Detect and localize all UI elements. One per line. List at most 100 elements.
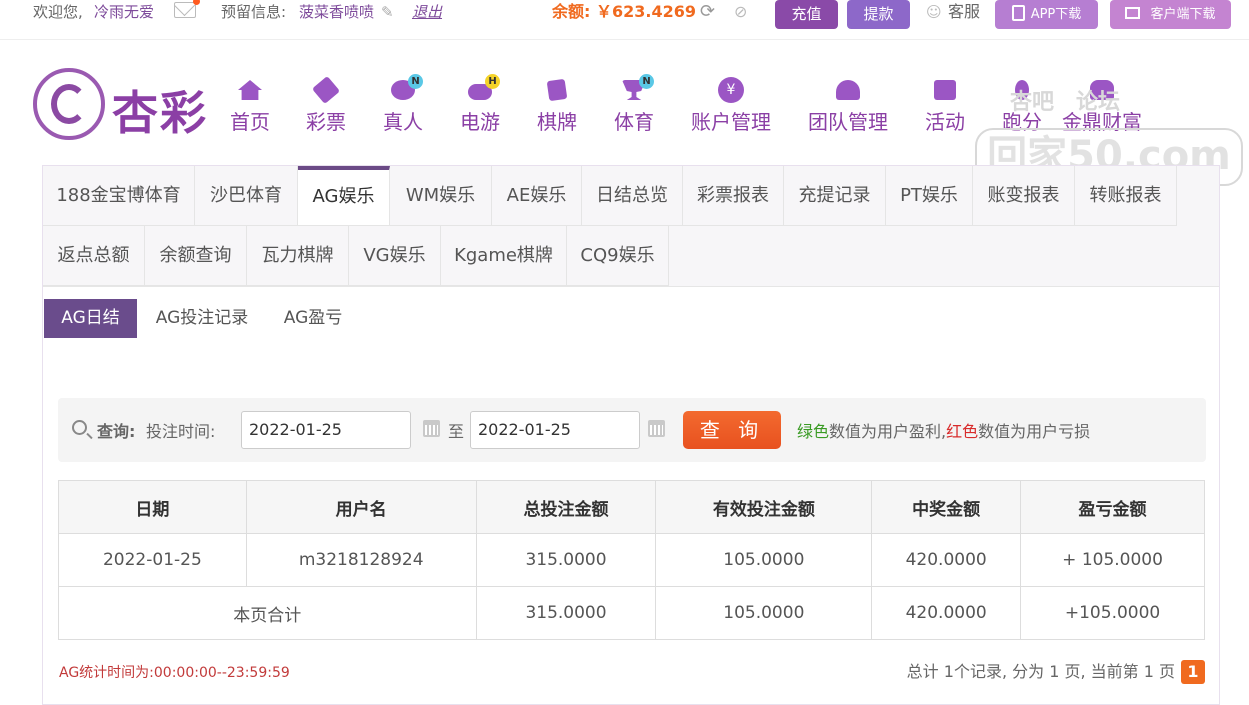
service-link[interactable]: 客服 (948, 2, 980, 22)
tab-vg-entertainment[interactable]: VG娱乐 (349, 226, 441, 286)
report-tabs: 188金宝博体育 沙巴体育 AG娱乐 WM娱乐 AE娱乐 日结总览 彩票报表 充… (43, 166, 1219, 287)
start-date-input[interactable]: 2022-01-25 (241, 411, 411, 449)
col-winnings: 中奖金额 (871, 480, 1022, 534)
client-download-label: 客户端下载 (1150, 7, 1216, 22)
logout-link[interactable]: 退出 (412, 2, 442, 22)
ag-stat-time-note: AG统计时间为:00:00:00--23:59:59 (59, 665, 290, 681)
pager-summary: 总计 1个记录, 分为 1 页, 当前第 1 页 (906, 662, 1175, 681)
hint-green: 绿色 (797, 422, 830, 441)
client-download-button[interactable]: 客户端下载 (1110, 0, 1231, 29)
trophy-icon: N (618, 74, 654, 104)
tab-kgame-chess[interactable]: Kgame棋牌 (441, 226, 567, 286)
logo-emblem-icon[interactable] (33, 68, 105, 140)
nav-label: 真人 (383, 110, 423, 134)
query-button[interactable]: 查 询 (683, 411, 781, 449)
col-date: 日期 (58, 480, 247, 534)
query-label: 查询: (97, 422, 136, 441)
refresh-icon[interactable]: ⟳ (700, 2, 715, 22)
nav-egames[interactable]: H 电游 (458, 74, 502, 135)
tab-wali-chess[interactable]: 瓦力棋牌 (247, 226, 349, 286)
cards-icon (541, 76, 573, 104)
cell-username: m3218128924 (245, 533, 477, 587)
logo-text[interactable]: 杏彩 (112, 77, 208, 143)
phone-icon (1011, 5, 1025, 21)
nav-activities[interactable]: 活动 (923, 76, 967, 135)
new-badge: N (639, 74, 654, 89)
end-date-input[interactable]: 2022-01-25 (470, 411, 640, 449)
nav-sports[interactable]: N 体育 (612, 74, 656, 135)
col-total-bet: 总投注金额 (475, 480, 657, 534)
calendar-icon[interactable] (648, 420, 665, 437)
daily-report-table: 日期 用户名 总投注金额 有效投注金额 中奖金额 盈亏金额 2022-01-25… (58, 480, 1205, 640)
table-total-row: 本页合计 315.0000 105.0000 420.0000 +105.000… (58, 586, 1205, 640)
tab-lottery-report[interactable]: 彩票报表 (683, 166, 784, 226)
balance-value: ￥623.4269 (596, 2, 697, 21)
nav-chess-cards[interactable]: 棋牌 (535, 76, 579, 135)
tab-188-sports[interactable]: 188金宝博体育 (43, 166, 195, 226)
col-profit-loss: 盈亏金额 (1020, 480, 1205, 534)
mail-icon[interactable] (174, 0, 200, 18)
pagination: 总计 1个记录, 分为 1 页, 当前第 1 页 1 (907, 658, 1205, 684)
app-download-button[interactable]: APP下载 (995, 0, 1098, 29)
cell-profit-loss-sum: +105.0000 (1020, 586, 1205, 640)
nav-account-management[interactable]: ¥ 账户管理 (689, 76, 773, 135)
cell-valid-bet: 105.0000 (655, 533, 873, 587)
tab-deposit-withdraw[interactable]: 充提记录 (784, 166, 886, 226)
nav-label: 彩票 (306, 110, 346, 134)
home-icon (234, 76, 266, 104)
balance-label: 余额: (552, 2, 591, 21)
cell-total-bet-sum: 315.0000 (475, 586, 657, 640)
page-1-button[interactable]: 1 (1181, 660, 1205, 684)
tab-ag-entertainment[interactable]: AG娱乐 (298, 166, 390, 226)
nav-label: 电游 (460, 110, 500, 134)
query-bar: 查询: 投注时间: 2022-01-25 至 2022-01-25 查 询 绿色… (58, 398, 1206, 462)
tab-pt-entertainment[interactable]: PT娱乐 (886, 166, 973, 226)
cell-profit-loss: + 105.0000 (1020, 533, 1205, 587)
tab-saba-sports[interactable]: 沙巴体育 (195, 166, 298, 226)
dealer-icon: N (387, 74, 423, 104)
tab-transfer-report[interactable]: 转账报表 (1075, 166, 1177, 226)
hide-eye-icon[interactable]: ⊘ (734, 2, 747, 22)
top-bar: 欢迎您, 冷雨无爱 预留信息: 菠菜香喷喷 ✎ 退出 余额: ￥623.4269… (0, 0, 1249, 40)
subtab-ag-daily[interactable]: AG日结 (44, 299, 137, 338)
color-hint: 绿色数值为用户盈利,红色数值为用户亏损 (797, 418, 1090, 442)
tab-account-change[interactable]: 账变报表 (973, 166, 1075, 226)
nav-label: 首页 (230, 110, 270, 134)
edit-icon[interactable]: ✎ (381, 2, 394, 22)
nav-label: 活动 (925, 110, 965, 134)
app-download-label: APP下载 (1030, 7, 1082, 22)
cell-winnings-sum: 420.0000 (871, 586, 1022, 640)
table-header-row: 日期 用户名 总投注金额 有效投注金额 中奖金额 盈亏金额 (58, 480, 1205, 534)
nav-live-dealer[interactable]: N 真人 (381, 74, 425, 135)
charge-button[interactable]: 充值 (775, 0, 838, 29)
tab-daily-overview[interactable]: 日结总览 (582, 166, 683, 226)
calendar-icon[interactable] (423, 420, 440, 437)
unread-dot-icon (193, 0, 200, 5)
hint-red: 红色 (946, 422, 979, 441)
cell-winnings: 420.0000 (871, 533, 1022, 587)
tab-wm-entertainment[interactable]: WM娱乐 (390, 166, 492, 226)
nav-home[interactable]: 首页 (228, 76, 272, 135)
subtab-ag-profit-loss[interactable]: AG盈亏 (273, 299, 353, 338)
subtab-ag-bet-records[interactable]: AG投注记录 (146, 299, 258, 338)
username-link[interactable]: 冷雨无爱 (94, 2, 154, 22)
cell-page-total-label: 本页合计 (58, 586, 477, 640)
table-row: 2022-01-25 m3218128924 315.0000 105.0000… (58, 533, 1205, 587)
service-icon[interactable]: ☺ (926, 2, 942, 22)
cell-valid-bet-sum: 105.0000 (655, 586, 873, 640)
col-username: 用户名 (245, 480, 477, 534)
cell-date: 2022-01-25 (58, 533, 247, 587)
reserved-info-label: 预留信息: (221, 3, 287, 21)
tab-rebate-total[interactable]: 返点总额 (43, 226, 145, 286)
new-badge: N (408, 74, 423, 89)
tab-cq9-entertainment[interactable]: CQ9娱乐 (567, 226, 669, 286)
nav-lottery[interactable]: 彩票 (304, 75, 348, 135)
nav-label: 账户管理 (691, 110, 771, 134)
hint-end: 数值为用户亏损 (978, 422, 1091, 441)
tab-ae-entertainment[interactable]: AE娱乐 (492, 166, 582, 226)
nav-label: 团队管理 (808, 110, 888, 134)
watermark-top-text: 杏吧 论坛 (1010, 90, 1121, 115)
tab-balance-query[interactable]: 余额查询 (145, 226, 247, 286)
nav-team-management[interactable]: 团队管理 (806, 76, 890, 135)
withdraw-button[interactable]: 提款 (847, 0, 910, 29)
